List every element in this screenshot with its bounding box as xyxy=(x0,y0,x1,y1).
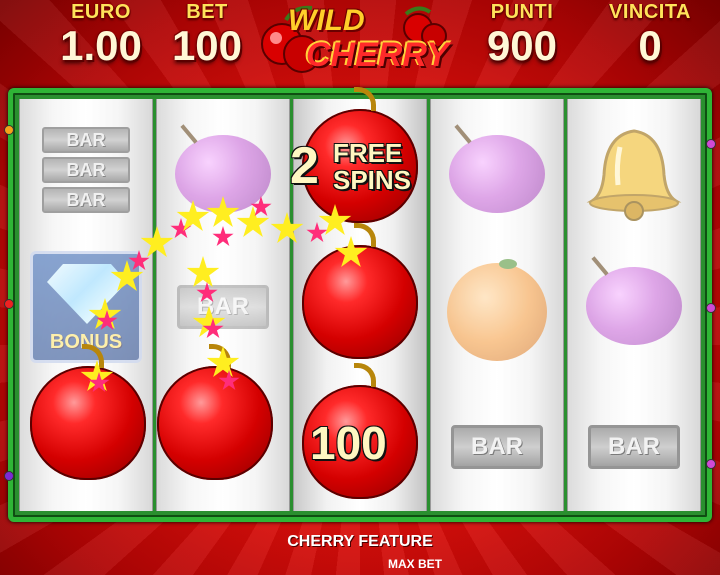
stem-icon xyxy=(354,87,376,111)
plum-symbol xyxy=(449,124,545,213)
triple-bar-symbol: BAR BAR BAR xyxy=(36,123,136,217)
logo-wild-text: WILD xyxy=(288,4,365,37)
reel-4: BAR xyxy=(430,99,564,511)
euro-value: 1.00 xyxy=(60,22,142,69)
vincita-display: VINCITA 0 xyxy=(588,0,712,68)
payline-marker xyxy=(4,299,14,309)
stem-icon xyxy=(180,124,198,144)
euro-label: EURO xyxy=(71,1,131,23)
payline-marker xyxy=(706,303,716,313)
free-spins-label: FREE SPINS xyxy=(333,138,412,195)
stem-icon xyxy=(354,223,376,247)
punti-display[interactable]: PUNTI 900 xyxy=(472,0,572,68)
payline-marker xyxy=(4,125,14,135)
bar-symbol: BAR xyxy=(177,285,269,329)
bell-icon xyxy=(586,129,682,221)
stem-icon xyxy=(354,363,376,387)
cherry-feature-label: CHERRY FEATURE xyxy=(287,533,433,550)
wild-cherry-logo: WILD CHERRY xyxy=(258,2,449,82)
payline-marker xyxy=(706,459,716,469)
punti-value: 900 xyxy=(486,22,558,69)
cherry-win-value: 100 xyxy=(310,417,387,469)
bar-label: BAR xyxy=(42,157,130,183)
cherry-symbol xyxy=(302,223,418,359)
stem-icon xyxy=(454,124,472,144)
cherry-symbol xyxy=(157,344,273,480)
plum-symbol xyxy=(586,256,682,345)
orange-symbol xyxy=(447,259,547,361)
bar-label: BAR xyxy=(42,127,130,153)
reel-5: BAR xyxy=(567,99,701,511)
leaf-icon xyxy=(499,259,517,269)
cherry-symbol xyxy=(30,344,146,480)
vincita-value: 0 xyxy=(638,22,662,69)
bar-symbol: BAR xyxy=(588,425,680,469)
vincita-label: VINCITA xyxy=(608,1,691,23)
logo-cherry-text: CHERRY xyxy=(306,36,449,74)
bar-symbol: BAR xyxy=(451,425,543,469)
payline-marker xyxy=(706,139,716,149)
payline-marker xyxy=(4,471,14,481)
bar-label: BAR xyxy=(42,187,130,213)
bet-display[interactable]: BET 100 xyxy=(162,0,252,68)
bet-value: 100 xyxy=(171,22,243,69)
punti-label: PUNTI xyxy=(490,1,554,23)
free-spins-count: 2 xyxy=(290,137,319,195)
bet-label: BET xyxy=(186,1,228,23)
stem-icon xyxy=(591,256,609,276)
max-bet-button[interactable]: MAX BET xyxy=(388,557,442,571)
euro-display[interactable]: EURO 1.00 xyxy=(48,0,154,68)
